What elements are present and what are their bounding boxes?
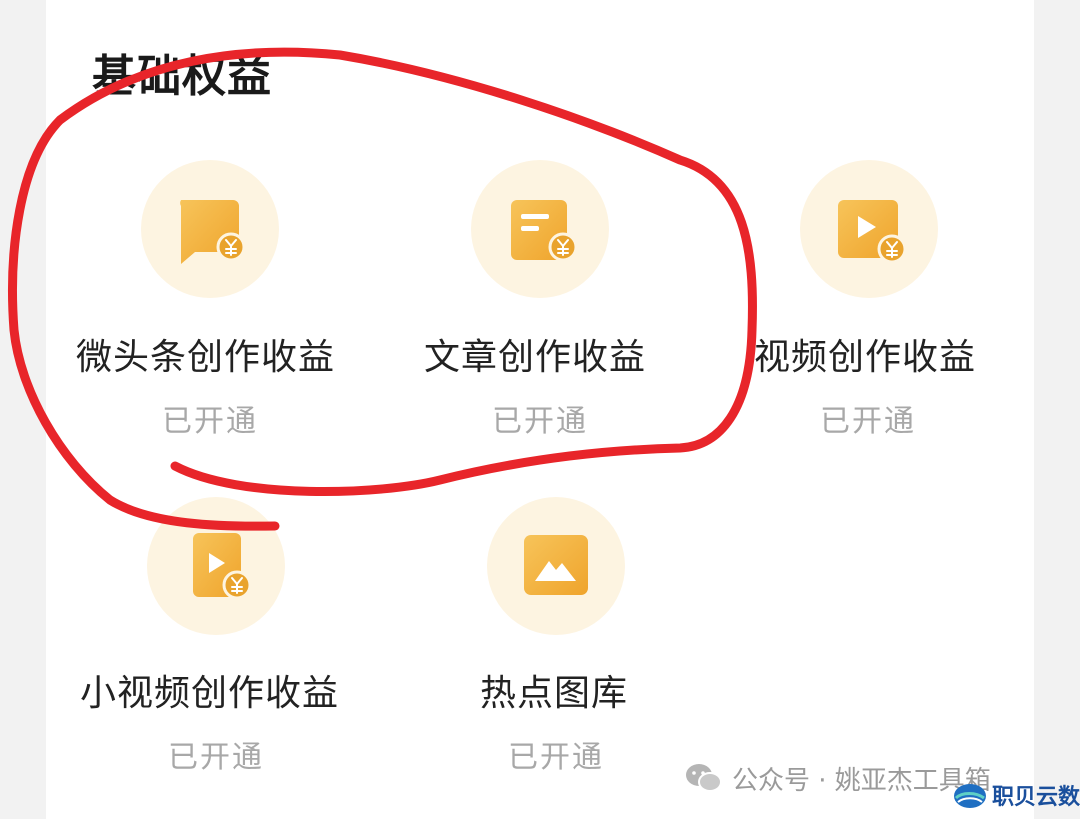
benefit-status: 已开通 (492, 404, 588, 439)
benefit-status: 已开通 (162, 404, 258, 439)
benefit-label: 小视频创作收益 (80, 673, 340, 714)
section-title: 基础权益 (92, 51, 272, 102)
brand-logo-text: 职贝云数 (991, 785, 1080, 810)
benefit-status: 已开通 (508, 740, 604, 775)
short-video-yuan-icon (147, 497, 285, 635)
benefit-status: 已开通 (168, 740, 264, 775)
wechat-icon (686, 764, 722, 792)
video-yuan-icon (800, 160, 938, 298)
image-gallery-icon (487, 497, 625, 635)
cloud-logo-icon (953, 784, 986, 808)
benefit-label: 微头条创作收益 (76, 337, 336, 378)
benefit-status: 已开通 (820, 404, 916, 439)
benefit-label: 视频创作收益 (754, 337, 977, 378)
benefit-label: 文章创作收益 (424, 337, 647, 378)
brand-logo: 职贝云数 (952, 776, 1080, 814)
watermark: 公众号 · 姚亚杰工具箱 (684, 758, 991, 798)
comment-yuan-icon (141, 160, 279, 298)
benefit-label: 热点图库 (480, 673, 629, 714)
article-yuan-icon (471, 160, 609, 298)
